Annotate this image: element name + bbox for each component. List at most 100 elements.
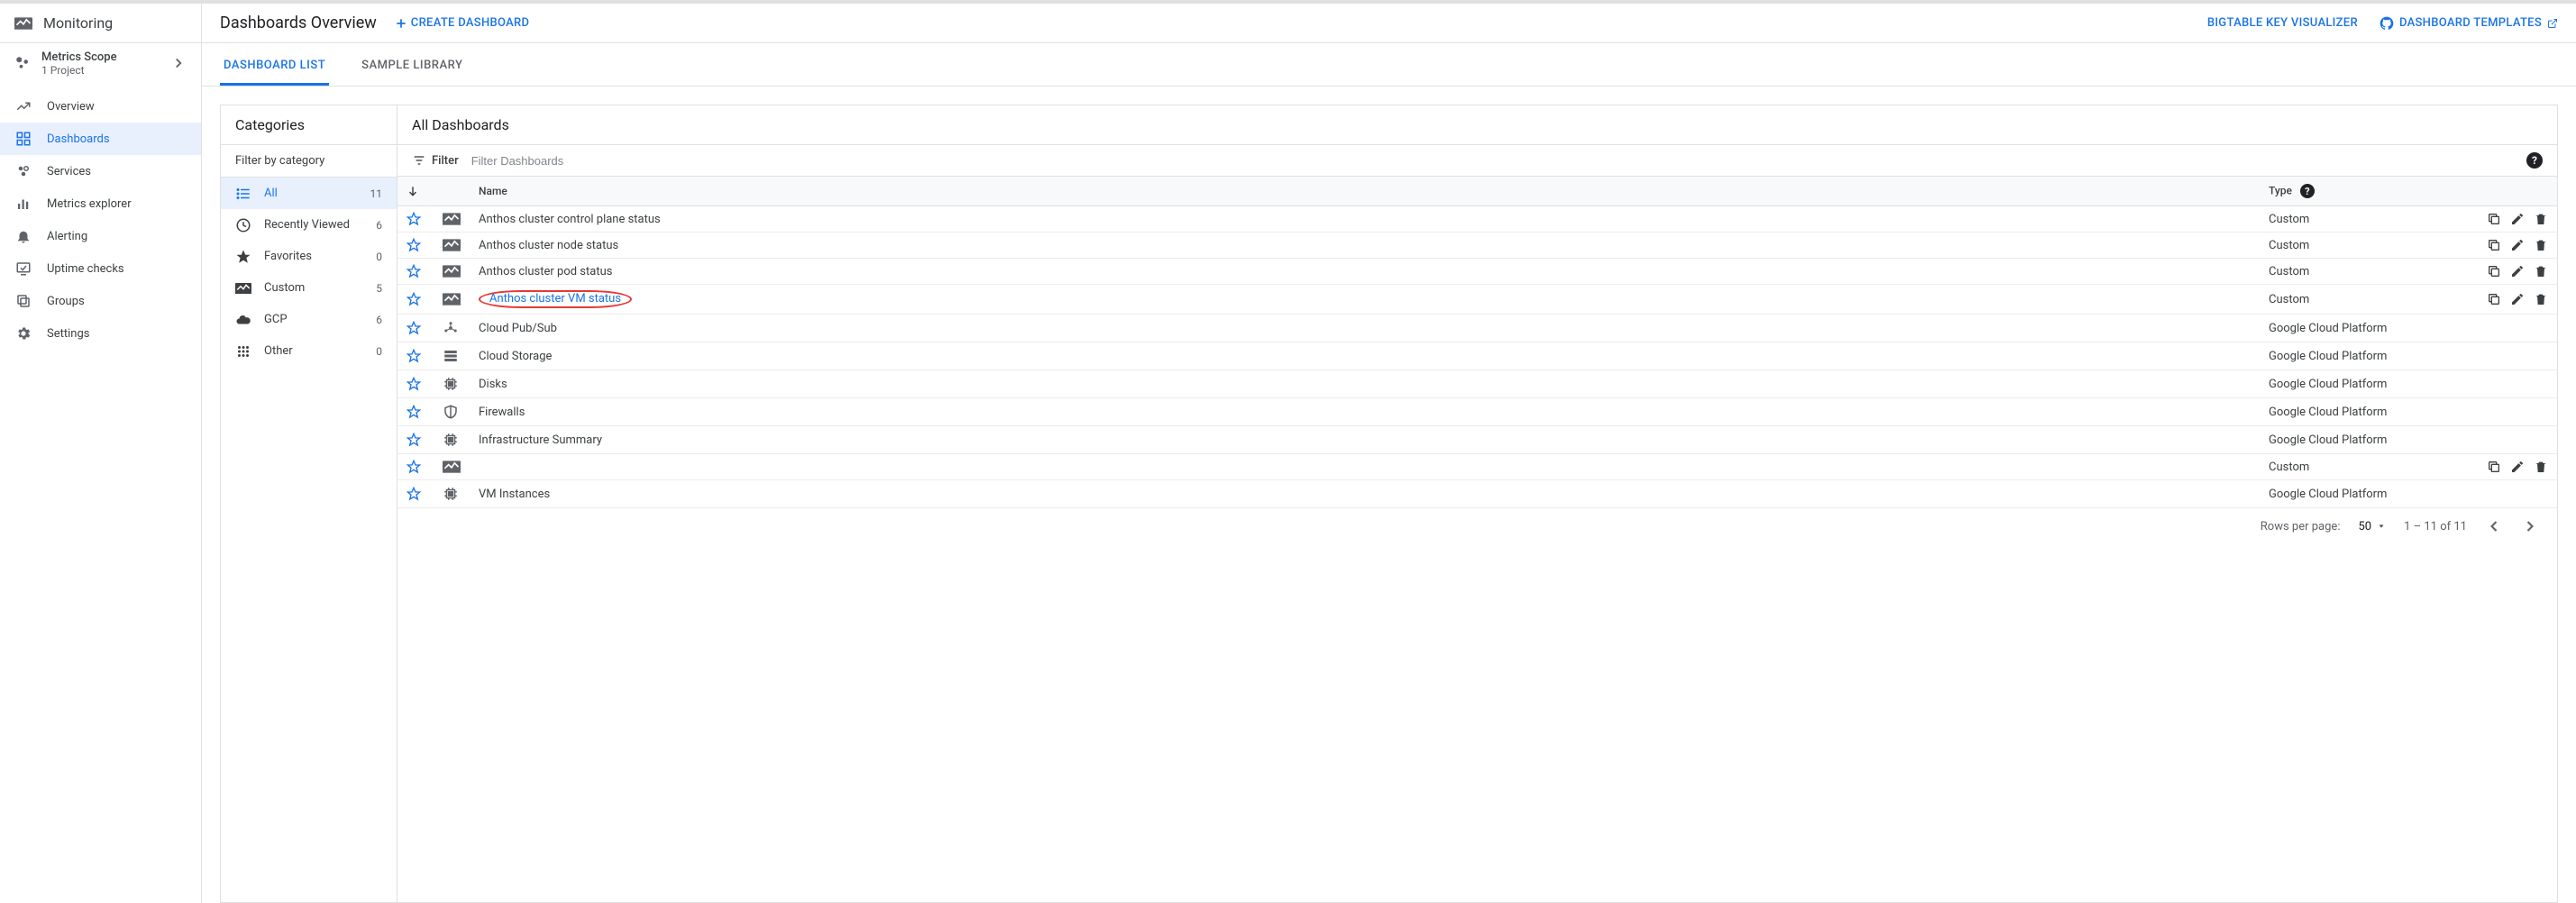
favorite-toggle[interactable]	[406, 264, 425, 278]
category-label: Other	[264, 344, 293, 358]
pubsub-icon	[443, 320, 461, 336]
sidebar-item-groups[interactable]: Groups	[0, 285, 201, 317]
prev-page-button[interactable]	[2485, 517, 2503, 535]
monitor-icon	[443, 213, 461, 225]
favorite-toggle[interactable]	[406, 238, 425, 252]
column-name-header[interactable]: Name	[470, 177, 2260, 206]
copy-button[interactable]	[2487, 292, 2501, 306]
table-row: Firewalls Google Cloud Platform	[397, 398, 2557, 426]
sidebar-item-label: Groups	[47, 295, 85, 308]
sidebar-item-settings[interactable]: Settings	[0, 317, 201, 350]
sort-arrow-column[interactable]	[397, 177, 434, 206]
chip-icon	[443, 376, 461, 392]
list-icon	[235, 186, 251, 202]
sidebar-item-alerting[interactable]: Alerting	[0, 220, 201, 252]
edit-button[interactable]	[2510, 460, 2525, 474]
rows-per-page-select[interactable]: 50	[2358, 520, 2386, 534]
delete-button[interactable]	[2534, 238, 2548, 252]
favorite-toggle[interactable]	[406, 433, 425, 447]
dashboard-name-link[interactable]: VM Instances	[479, 488, 550, 501]
edit-button[interactable]	[2510, 292, 2525, 306]
tab-sample-library[interactable]: SAMPLE LIBRARY	[358, 46, 466, 86]
category-gcp[interactable]: GCP 6	[221, 304, 397, 335]
chart-up-icon	[14, 98, 32, 114]
category-other[interactable]: Other 0	[221, 335, 397, 367]
help-icon[interactable]: ?	[2300, 184, 2315, 198]
dashboard-type: Google Cloud Platform	[2260, 398, 2458, 426]
tab-dashboard-list[interactable]: DASHBOARD LIST	[220, 46, 329, 86]
services-icon	[14, 163, 32, 179]
monitor-icon	[443, 461, 461, 473]
dashboard-name-link[interactable]: Anthos cluster node status	[479, 239, 618, 252]
filter-input[interactable]	[470, 153, 2516, 169]
create-dashboard-button[interactable]: CREATE DASHBOARD	[395, 16, 530, 30]
dashboard-name-link[interactable]: Anthos cluster pod status	[479, 265, 612, 278]
next-page-button[interactable]	[2521, 517, 2539, 535]
main-header: Dashboards Overview CREATE DASHBOARD BIG…	[202, 4, 2576, 43]
bigtable-key-visualizer-link[interactable]: BIGTABLE KEY VISUALIZER	[2207, 16, 2358, 30]
dashboard-name-link[interactable]: Disks	[479, 378, 507, 391]
favorite-toggle[interactable]	[406, 292, 425, 306]
dashboard-name-link[interactable]: Firewalls	[479, 406, 525, 419]
metrics-scope-selector[interactable]: Metrics Scope 1 Project	[0, 43, 201, 83]
edit-button[interactable]	[2510, 212, 2525, 226]
sidebar-item-services[interactable]: Services	[0, 155, 201, 187]
dashboard-templates-link[interactable]: DASHBOARD TEMPLATES	[2380, 16, 2558, 31]
category-count: 0	[376, 251, 382, 263]
sidebar-item-label: Overview	[47, 100, 95, 114]
column-type-header[interactable]: Type ?	[2260, 177, 2458, 206]
favorite-toggle[interactable]	[406, 212, 425, 226]
dashboard-icon	[14, 131, 32, 147]
dashboards-panel: All Dashboards Filter ?	[397, 105, 2558, 903]
dashboard-name-link[interactable]: Anthos cluster control plane status	[479, 213, 661, 226]
help-icon[interactable]: ?	[2526, 152, 2543, 169]
github-icon	[2380, 16, 2394, 31]
favorite-toggle[interactable]	[406, 349, 425, 363]
chip-icon	[443, 486, 461, 502]
scope-title: Metrics Scope	[41, 50, 117, 64]
categories-title: Categories	[221, 105, 397, 144]
dashboard-name-link[interactable]: Anthos cluster VM status	[479, 290, 632, 308]
table-row: Custom	[397, 454, 2557, 480]
category-all[interactable]: All 11	[221, 178, 397, 209]
category-count: 6	[376, 314, 382, 326]
category-recently-viewed[interactable]: Recently Viewed 6	[221, 209, 397, 241]
favorite-toggle[interactable]	[406, 377, 425, 391]
favorite-toggle[interactable]	[406, 321, 425, 335]
categories-panel: Categories Filter by category All 11 Rec…	[220, 105, 397, 903]
page-range: 1 – 11 of 11	[2404, 520, 2467, 534]
delete-button[interactable]	[2534, 264, 2548, 278]
delete-button[interactable]	[2534, 292, 2548, 306]
sidebar-item-uptime-checks[interactable]: Uptime checks	[0, 252, 201, 285]
table-row: Cloud Pub/Sub Google Cloud Platform	[397, 315, 2557, 342]
copy-button[interactable]	[2487, 264, 2501, 278]
app-root: Monitoring Metrics Scope 1 Project Overv…	[0, 0, 2576, 903]
gear-icon	[14, 325, 32, 342]
favorite-toggle[interactable]	[406, 487, 425, 501]
dashboard-name-link[interactable]: Infrastructure Summary	[479, 433, 602, 447]
star-filled-icon	[235, 249, 251, 265]
copy-button[interactable]	[2487, 460, 2501, 474]
sidebar-item-dashboards[interactable]: Dashboards	[0, 123, 201, 155]
delete-button[interactable]	[2534, 212, 2548, 226]
category-custom[interactable]: Custom 5	[221, 272, 397, 304]
category-favorites[interactable]: Favorites 0	[221, 241, 397, 272]
dashboard-type: Custom	[2260, 233, 2458, 259]
favorite-toggle[interactable]	[406, 405, 425, 419]
copy-button[interactable]	[2487, 212, 2501, 226]
edit-button[interactable]	[2510, 238, 2525, 252]
copy-button[interactable]	[2487, 238, 2501, 252]
sidebar-item-label: Services	[47, 165, 91, 178]
dropdown-arrow-icon	[2377, 522, 2386, 531]
favorite-toggle[interactable]	[406, 460, 425, 474]
sidebar-item-label: Settings	[47, 327, 89, 341]
dashboard-name-link[interactable]: Cloud Storage	[479, 350, 552, 363]
edit-button[interactable]	[2510, 264, 2525, 278]
delete-button[interactable]	[2534, 460, 2548, 474]
table-row: Anthos cluster control plane status Cust…	[397, 206, 2557, 233]
dashboard-name-link[interactable]: Cloud Pub/Sub	[479, 322, 557, 335]
pager: Rows per page: 50 1 – 11 of 11	[397, 508, 2557, 544]
app-title: Monitoring	[43, 14, 113, 32]
sidebar-item-overview[interactable]: Overview	[0, 90, 201, 123]
sidebar-item-metrics-explorer[interactable]: Metrics explorer	[0, 187, 201, 220]
